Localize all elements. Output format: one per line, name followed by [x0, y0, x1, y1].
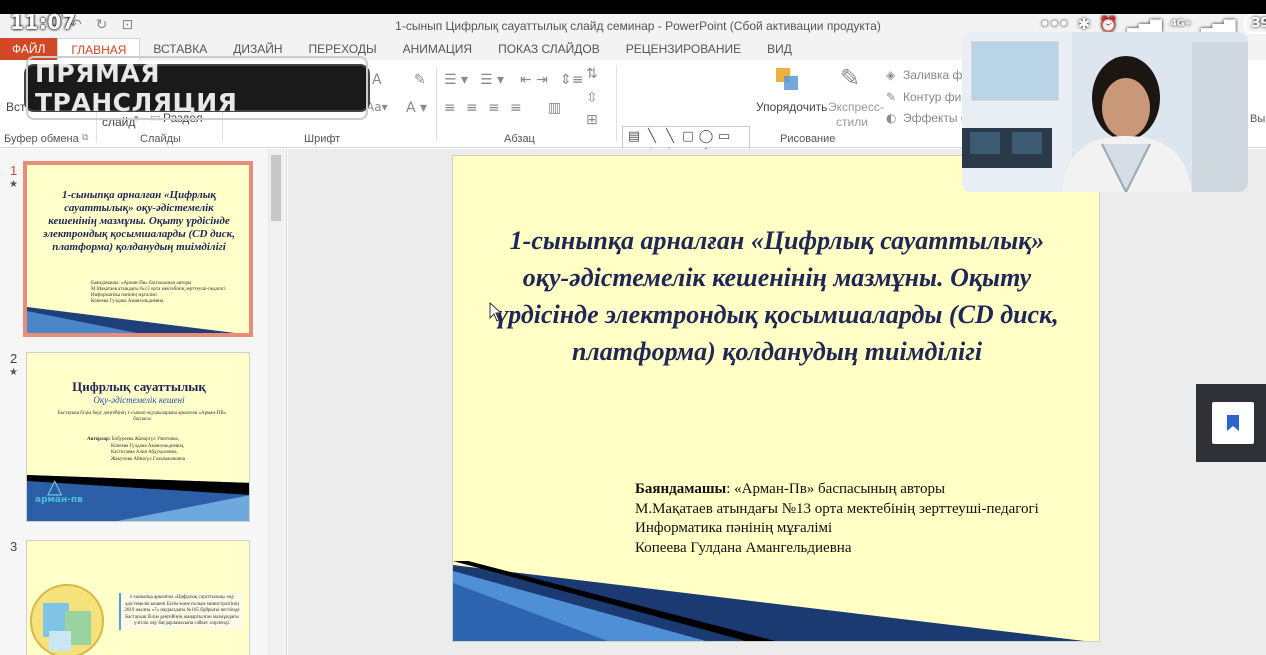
group-label-clipboard: Буфер обмена: [4, 133, 79, 145]
slide-thumbnail-3[interactable]: 1-сыныпқа арналған «Цифрлық сауаттылық» …: [26, 540, 250, 655]
slide-thumbnail-1[interactable]: 1-сыныпқа арналған «Цифрлық сауаттылық» …: [23, 161, 253, 337]
tab-view[interactable]: ВИД: [754, 38, 805, 60]
mouse-cursor-icon: [489, 302, 503, 322]
ribbon-overflow-label: Вы: [1250, 113, 1266, 125]
slides-pane[interactable]: 1 ★ 1-сыныпқа арналған «Цифрлық сауаттыл…: [0, 149, 287, 655]
slides-pane-scrollbar[interactable]: [268, 149, 284, 655]
effects-icon[interactable]: ◐: [886, 111, 896, 125]
redo-icon[interactable]: ↻: [96, 17, 108, 33]
shape-outline-button[interactable]: Контур фи: [903, 90, 961, 104]
slide-decoration-band: [27, 307, 235, 333]
animation-star-icon: ★: [9, 367, 18, 378]
align-left-icon[interactable]: ≡: [444, 100, 456, 116]
align-text-icon[interactable]: ⇳: [586, 90, 598, 106]
shape-effects-button[interactable]: Эффекты ф: [903, 111, 971, 125]
line-spacing-icon[interactable]: ⇕≡: [560, 72, 583, 88]
paste-button[interactable]: Вст: [6, 100, 26, 114]
group-label-slides: Слайды: [140, 133, 181, 145]
outline-icon[interactable]: ✎: [886, 90, 896, 104]
bullets-icon[interactable]: ☰ ▾: [444, 72, 468, 88]
quick-styles-icon[interactable]: ✎: [840, 64, 860, 92]
thumbnail-subtitle: Оқу-әдістемелік кешені: [93, 395, 185, 405]
dialog-launcher-icon[interactable]: ⧉: [82, 133, 88, 143]
bookmark-icon: [1227, 415, 1239, 431]
quick-styles-button[interactable]: Экспресс-: [828, 100, 884, 114]
fill-icon[interactable]: ◈: [886, 68, 895, 82]
quick-access-toolbar: ↶ ↻ ⊡: [70, 17, 133, 33]
book-cover-image: [30, 584, 104, 655]
increase-font-icon[interactable]: A: [372, 72, 382, 88]
publisher-logo: △ арман-пв: [35, 474, 83, 505]
group-label-paragraph: Абзац: [504, 133, 535, 145]
textbox-shape-icon[interactable]: ▤: [625, 128, 643, 146]
smartart-icon[interactable]: ⊞: [586, 112, 598, 128]
arrange-button[interactable]: Упорядочить: [756, 100, 827, 114]
bluetooth-icon: ✱: [1077, 15, 1091, 33]
current-slide[interactable]: 1-сыныпқа арналған «Цифрлық сауаттылық» …: [452, 155, 1100, 642]
slide-thumbnail-2[interactable]: Цифрлық сауаттылық Оқу-әдістемелік кешен…: [26, 352, 250, 522]
logo-triangle-icon: △: [47, 474, 63, 498]
bookmark-icon-box: [1212, 402, 1254, 444]
line-shape-icon[interactable]: ╲: [661, 128, 679, 146]
phone-status-bar: [0, 0, 1266, 14]
text-direction-icon[interactable]: ⇅: [586, 66, 598, 82]
animation-star-icon: ★: [9, 179, 18, 190]
tab-review[interactable]: РЕЦЕНЗИРОВАНИЕ: [613, 38, 754, 60]
bookmark-button[interactable]: [1196, 384, 1266, 462]
webcam-video: [962, 32, 1248, 192]
line-shape-icon[interactable]: ╲: [643, 128, 661, 146]
webcam-presenter-image: [962, 32, 1248, 192]
start-slideshow-icon[interactable]: ⊡: [121, 17, 133, 33]
indent-icon[interactable]: ⇤ ⇥: [520, 72, 548, 88]
clear-format-icon[interactable]: ✎: [414, 72, 426, 88]
signal-icon-2: ▂▄▆: [1200, 15, 1236, 33]
rounded-rect-shape-icon[interactable]: ▭: [715, 128, 733, 146]
slide-title[interactable]: 1-сыныпқа арналған «Цифрлық сауаттылық» …: [489, 222, 1065, 370]
columns-icon[interactable]: ▥: [548, 100, 561, 116]
live-stream-badge: ПРЯМАЯ ТРАНСЛЯЦИЯ: [24, 56, 370, 120]
phone-clock: 11:07: [10, 10, 77, 34]
arrange-icon[interactable]: [776, 68, 802, 94]
battery-indicator: 39: [1244, 14, 1266, 34]
align-center-icon[interactable]: ≡: [466, 100, 478, 116]
ribbon-separator: [616, 66, 617, 142]
shape-fill-button[interactable]: Заливка фи: [903, 68, 969, 82]
thumbnail-title: Цифрлық сауаттылық: [72, 379, 206, 394]
alarm-icon: ⏰: [1099, 15, 1119, 33]
phone-status-icons: ••• ✱ ⏰ ▂▄▆ 4G+ ▂▄▆ 39: [1040, 14, 1266, 34]
slide-number: 2: [10, 351, 18, 366]
tab-slideshow[interactable]: ПОКАЗ СЛАЙДОВ: [485, 38, 613, 60]
thumbnail-title: 1-сыныпқа арналған «Цифрлық сауаттылық» …: [43, 189, 235, 253]
signal-icon: ▂▄▆: [1127, 15, 1162, 33]
group-label-font: Шрифт: [304, 133, 341, 145]
font-color-icon[interactable]: A ▾: [406, 100, 427, 116]
slide-number: 3: [10, 539, 18, 554]
align-right-icon[interactable]: ≡: [488, 100, 500, 116]
numbering-icon[interactable]: ☰ ▾: [480, 72, 504, 88]
thumbnail-authors: Авторлар: Бобуреева Жанаргүл Умитовна, К…: [87, 437, 186, 462]
slide-decoration-band: [453, 561, 1085, 641]
thumbnail-info: Баяндамашы: «Арман-Пв» баспасының авторы…: [91, 281, 226, 304]
thumbnail-text: Бастауыш білім беру деңгейінің 1-сынып о…: [57, 411, 227, 422]
more-icon: •••: [1040, 15, 1069, 33]
justify-icon[interactable]: ≡: [510, 100, 522, 116]
slide-info[interactable]: Баяндамашы: «Арман-Пв» баспасының авторы…: [635, 480, 1039, 558]
group-label-drawing: Рисование: [780, 133, 836, 145]
network-label: 4G+: [1170, 19, 1192, 29]
slides-pane-scroll-thumb[interactable]: [271, 155, 281, 221]
thumbnail-text: 1-сыныпқа арналған «Цифрлық сауаттылық» …: [119, 593, 243, 630]
speaker-label: Баяндамашы: [635, 481, 727, 497]
quick-styles-button-line2: стили: [836, 115, 868, 129]
tab-animation[interactable]: АНИМАЦИЯ: [390, 38, 485, 60]
rectangle-shape-icon[interactable]: ▢: [679, 128, 697, 146]
oval-shape-icon[interactable]: ◯: [697, 128, 715, 146]
live-stream-label: ПРЯМАЯ ТРАНСЛЯЦИЯ: [26, 56, 368, 120]
ribbon-separator: [436, 66, 437, 142]
slide-number: 1: [10, 163, 18, 178]
